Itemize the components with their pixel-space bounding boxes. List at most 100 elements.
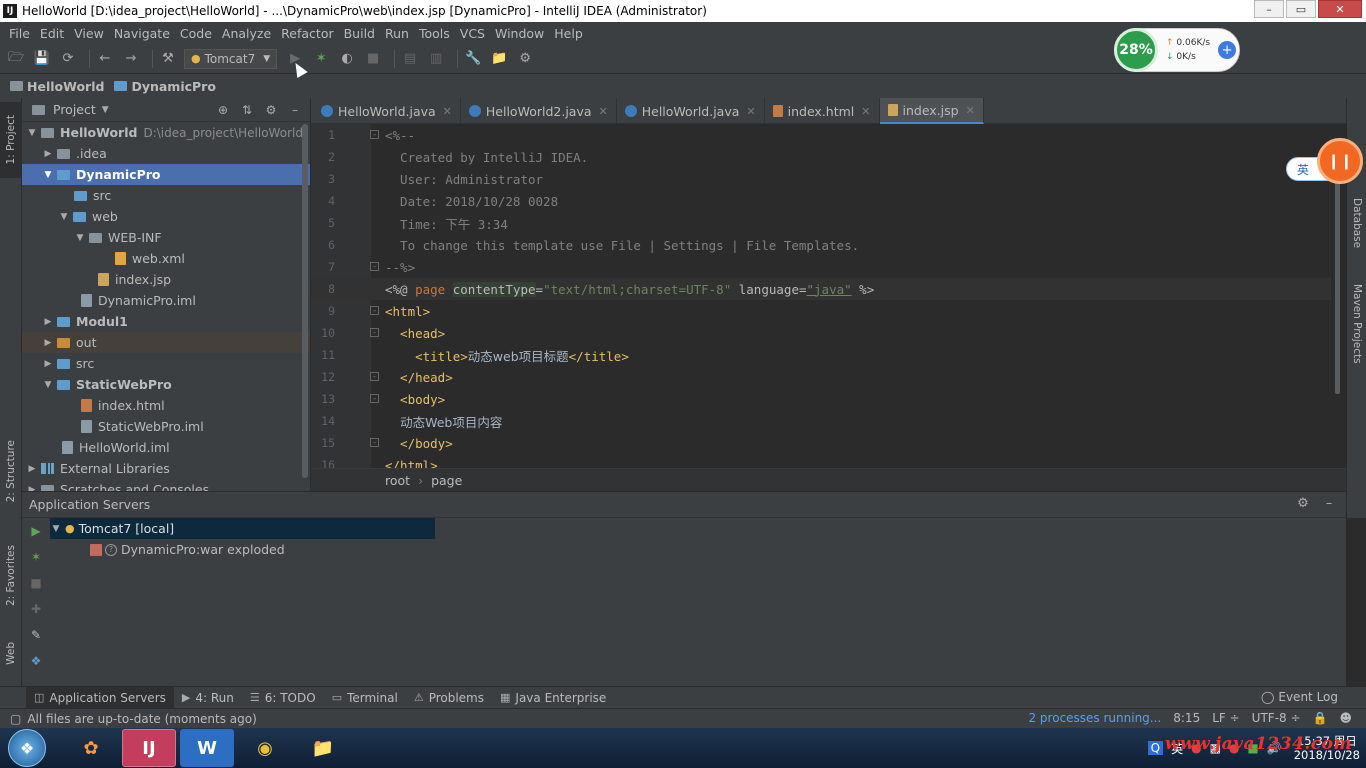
- breadcrumb-item[interactable]: DynamicPro: [114, 79, 216, 94]
- collapsed-arrow-icon[interactable]: ▶: [42, 338, 54, 348]
- hide-panel-icon[interactable]: –: [1320, 496, 1338, 511]
- chrome-taskbar-icon[interactable]: ◉: [238, 729, 292, 767]
- fold-icon[interactable]: -: [370, 438, 379, 447]
- tab-structure[interactable]: 2: Structure: [0, 428, 22, 514]
- caret-position[interactable]: 8:15: [1173, 711, 1200, 725]
- menu-code[interactable]: Code: [175, 26, 217, 41]
- tab-web[interactable]: Web: [0, 628, 22, 678]
- close-tab-icon[interactable]: ✕: [861, 105, 870, 118]
- fold-icon[interactable]: -: [370, 306, 379, 315]
- fold-icon[interactable]: -: [370, 372, 379, 381]
- tree-node[interactable]: ▶ Scratches and Consoles: [22, 479, 310, 491]
- tab-java-enterprise[interactable]: ▦ Java Enterprise: [492, 687, 614, 709]
- tab-problems[interactable]: ⚠ Problems: [406, 687, 492, 709]
- breadcrumb-item[interactable]: page: [431, 473, 462, 488]
- synchronize-icon[interactable]: ⟳: [58, 49, 78, 69]
- run-configuration-dropdown[interactable]: ● Tomcat7 ▼: [184, 48, 278, 69]
- tree-node[interactable]: DynamicPro.iml: [22, 290, 310, 311]
- artifact-node[interactable]: ? DynamicPro:war exploded: [50, 539, 435, 560]
- save-all-icon[interactable]: 💾: [32, 49, 52, 69]
- close-tab-icon[interactable]: ✕: [443, 105, 452, 118]
- menu-tools[interactable]: Tools: [414, 26, 455, 41]
- tree-node[interactable]: src: [22, 185, 310, 206]
- menu-navigate[interactable]: Navigate: [109, 26, 175, 41]
- fold-icon[interactable]: -: [370, 328, 379, 337]
- run-server-icon[interactable]: ▶: [22, 518, 50, 544]
- debug-server-icon[interactable]: ✶: [22, 544, 50, 570]
- minimize-button[interactable]: –: [1254, 0, 1284, 18]
- settings-wrench-icon[interactable]: 🔧: [463, 49, 483, 69]
- vcs-update-icon[interactable]: ▤: [400, 49, 420, 69]
- menu-refactor[interactable]: Refactor: [276, 26, 338, 41]
- tree-node[interactable]: ▼ HelloWorld D:\idea_project\HelloWorld: [22, 122, 310, 143]
- status-toggle-icon[interactable]: ▢: [10, 712, 21, 726]
- file-explorer-taskbar-icon[interactable]: 📁: [296, 729, 350, 767]
- tree-node[interactable]: ▶ Modul1: [22, 311, 310, 332]
- scroll-from-source-icon[interactable]: ⊕: [214, 101, 232, 119]
- tab-application-servers[interactable]: ◫ Application Servers: [26, 686, 174, 709]
- fold-icon[interactable]: -: [370, 394, 379, 403]
- maximize-button[interactable]: ▭: [1286, 0, 1316, 18]
- windows-start-button[interactable]: ❖: [8, 729, 46, 767]
- pause-recording-button[interactable]: ❙❙: [1317, 138, 1363, 184]
- deploy-icon[interactable]: ✚: [22, 596, 50, 622]
- tree-node[interactable]: HelloWorld.iml: [22, 437, 310, 458]
- build-hammer-icon[interactable]: ⚒: [158, 49, 178, 69]
- breadcrumb-item[interactable]: HelloWorld: [10, 79, 104, 94]
- collapse-all-icon[interactable]: ⇅: [238, 101, 256, 119]
- expanded-arrow-icon[interactable]: ▼: [26, 128, 38, 138]
- project-view-dropdown[interactable]: Project: [53, 102, 96, 117]
- code-editor[interactable]: 1- <%-- 2 Created by IntelliJ IDEA. 3 Use…: [311, 124, 1346, 468]
- tab-maven-projects[interactable]: Maven Projects: [1347, 284, 1366, 384]
- expanded-arrow-icon[interactable]: ▼: [42, 380, 54, 390]
- tab-todo[interactable]: ☰ 6: TODO: [242, 687, 324, 709]
- close-tab-icon[interactable]: ✕: [966, 104, 975, 117]
- tab-project[interactable]: 1: Project: [0, 102, 22, 178]
- editor-tab[interactable]: HelloWorld2.java ✕: [461, 98, 617, 124]
- editor-tab[interactable]: index.html ✕: [765, 98, 880, 124]
- menu-window[interactable]: Window: [490, 26, 549, 41]
- tree-node[interactable]: web.xml: [22, 248, 310, 269]
- collapsed-arrow-icon[interactable]: ▶: [42, 359, 54, 369]
- inspector-icon[interactable]: ☻: [1339, 711, 1352, 725]
- sdk-icon[interactable]: ⚙: [515, 49, 535, 69]
- editor-tab-active[interactable]: index.jsp ✕: [879, 98, 984, 124]
- artifact-settings-icon[interactable]: ❖: [22, 648, 50, 674]
- menu-run[interactable]: Run: [380, 26, 414, 41]
- expanded-arrow-icon[interactable]: ▼: [58, 212, 70, 222]
- project-structure-icon[interactable]: 📁: [489, 49, 509, 69]
- tree-node[interactable]: ▼ web: [22, 206, 310, 227]
- server-node[interactable]: ▼ ● Tomcat7 [local]: [50, 518, 435, 539]
- debug-icon[interactable]: ✶: [311, 49, 331, 69]
- breadcrumb-item[interactable]: root: [385, 473, 410, 488]
- menu-view[interactable]: View: [69, 26, 109, 41]
- fold-icon[interactable]: -: [370, 262, 379, 271]
- fold-icon[interactable]: -: [370, 130, 379, 139]
- tab-run[interactable]: ▶ 4: Run: [174, 687, 242, 709]
- hide-panel-icon[interactable]: –: [286, 101, 304, 119]
- editor-scrollbar[interactable]: [1335, 154, 1340, 394]
- close-tab-icon[interactable]: ✕: [599, 105, 608, 118]
- collapsed-arrow-icon[interactable]: ▶: [42, 317, 54, 327]
- tree-node[interactable]: ▶ External Libraries: [22, 458, 310, 479]
- stop-icon[interactable]: ■: [363, 49, 383, 69]
- stop-server-icon[interactable]: ■: [22, 570, 50, 596]
- close-tab-icon[interactable]: ✕: [746, 105, 755, 118]
- network-speed-widget[interactable]: 28% ↑ 0.06K/s ↓ 0K/s +: [1114, 28, 1240, 72]
- tree-node[interactable]: index.jsp: [22, 269, 310, 290]
- menu-help[interactable]: Help: [549, 26, 588, 41]
- event-log-button[interactable]: ◯ Event Log: [1261, 690, 1338, 704]
- tree-node[interactable]: ▼ DynamicPro: [22, 164, 310, 185]
- tree-node[interactable]: ▼ StaticWebPro: [22, 374, 310, 395]
- line-separator[interactable]: LF ÷: [1212, 711, 1239, 725]
- menu-file[interactable]: File: [4, 26, 35, 41]
- coverage-icon[interactable]: ◐: [337, 49, 357, 69]
- wps-writer-taskbar-icon[interactable]: W: [180, 729, 234, 767]
- back-arrow-icon[interactable]: ←: [95, 49, 115, 69]
- tab-favorites[interactable]: 2: Favorites: [0, 530, 22, 620]
- tree-node[interactable]: ▶ src: [22, 353, 310, 374]
- tab-database[interactable]: Database: [1347, 198, 1366, 268]
- accelerate-plus-icon[interactable]: +: [1218, 41, 1237, 59]
- expanded-arrow-icon[interactable]: ▼: [42, 170, 54, 180]
- collapsed-arrow-icon[interactable]: ▶: [42, 149, 54, 159]
